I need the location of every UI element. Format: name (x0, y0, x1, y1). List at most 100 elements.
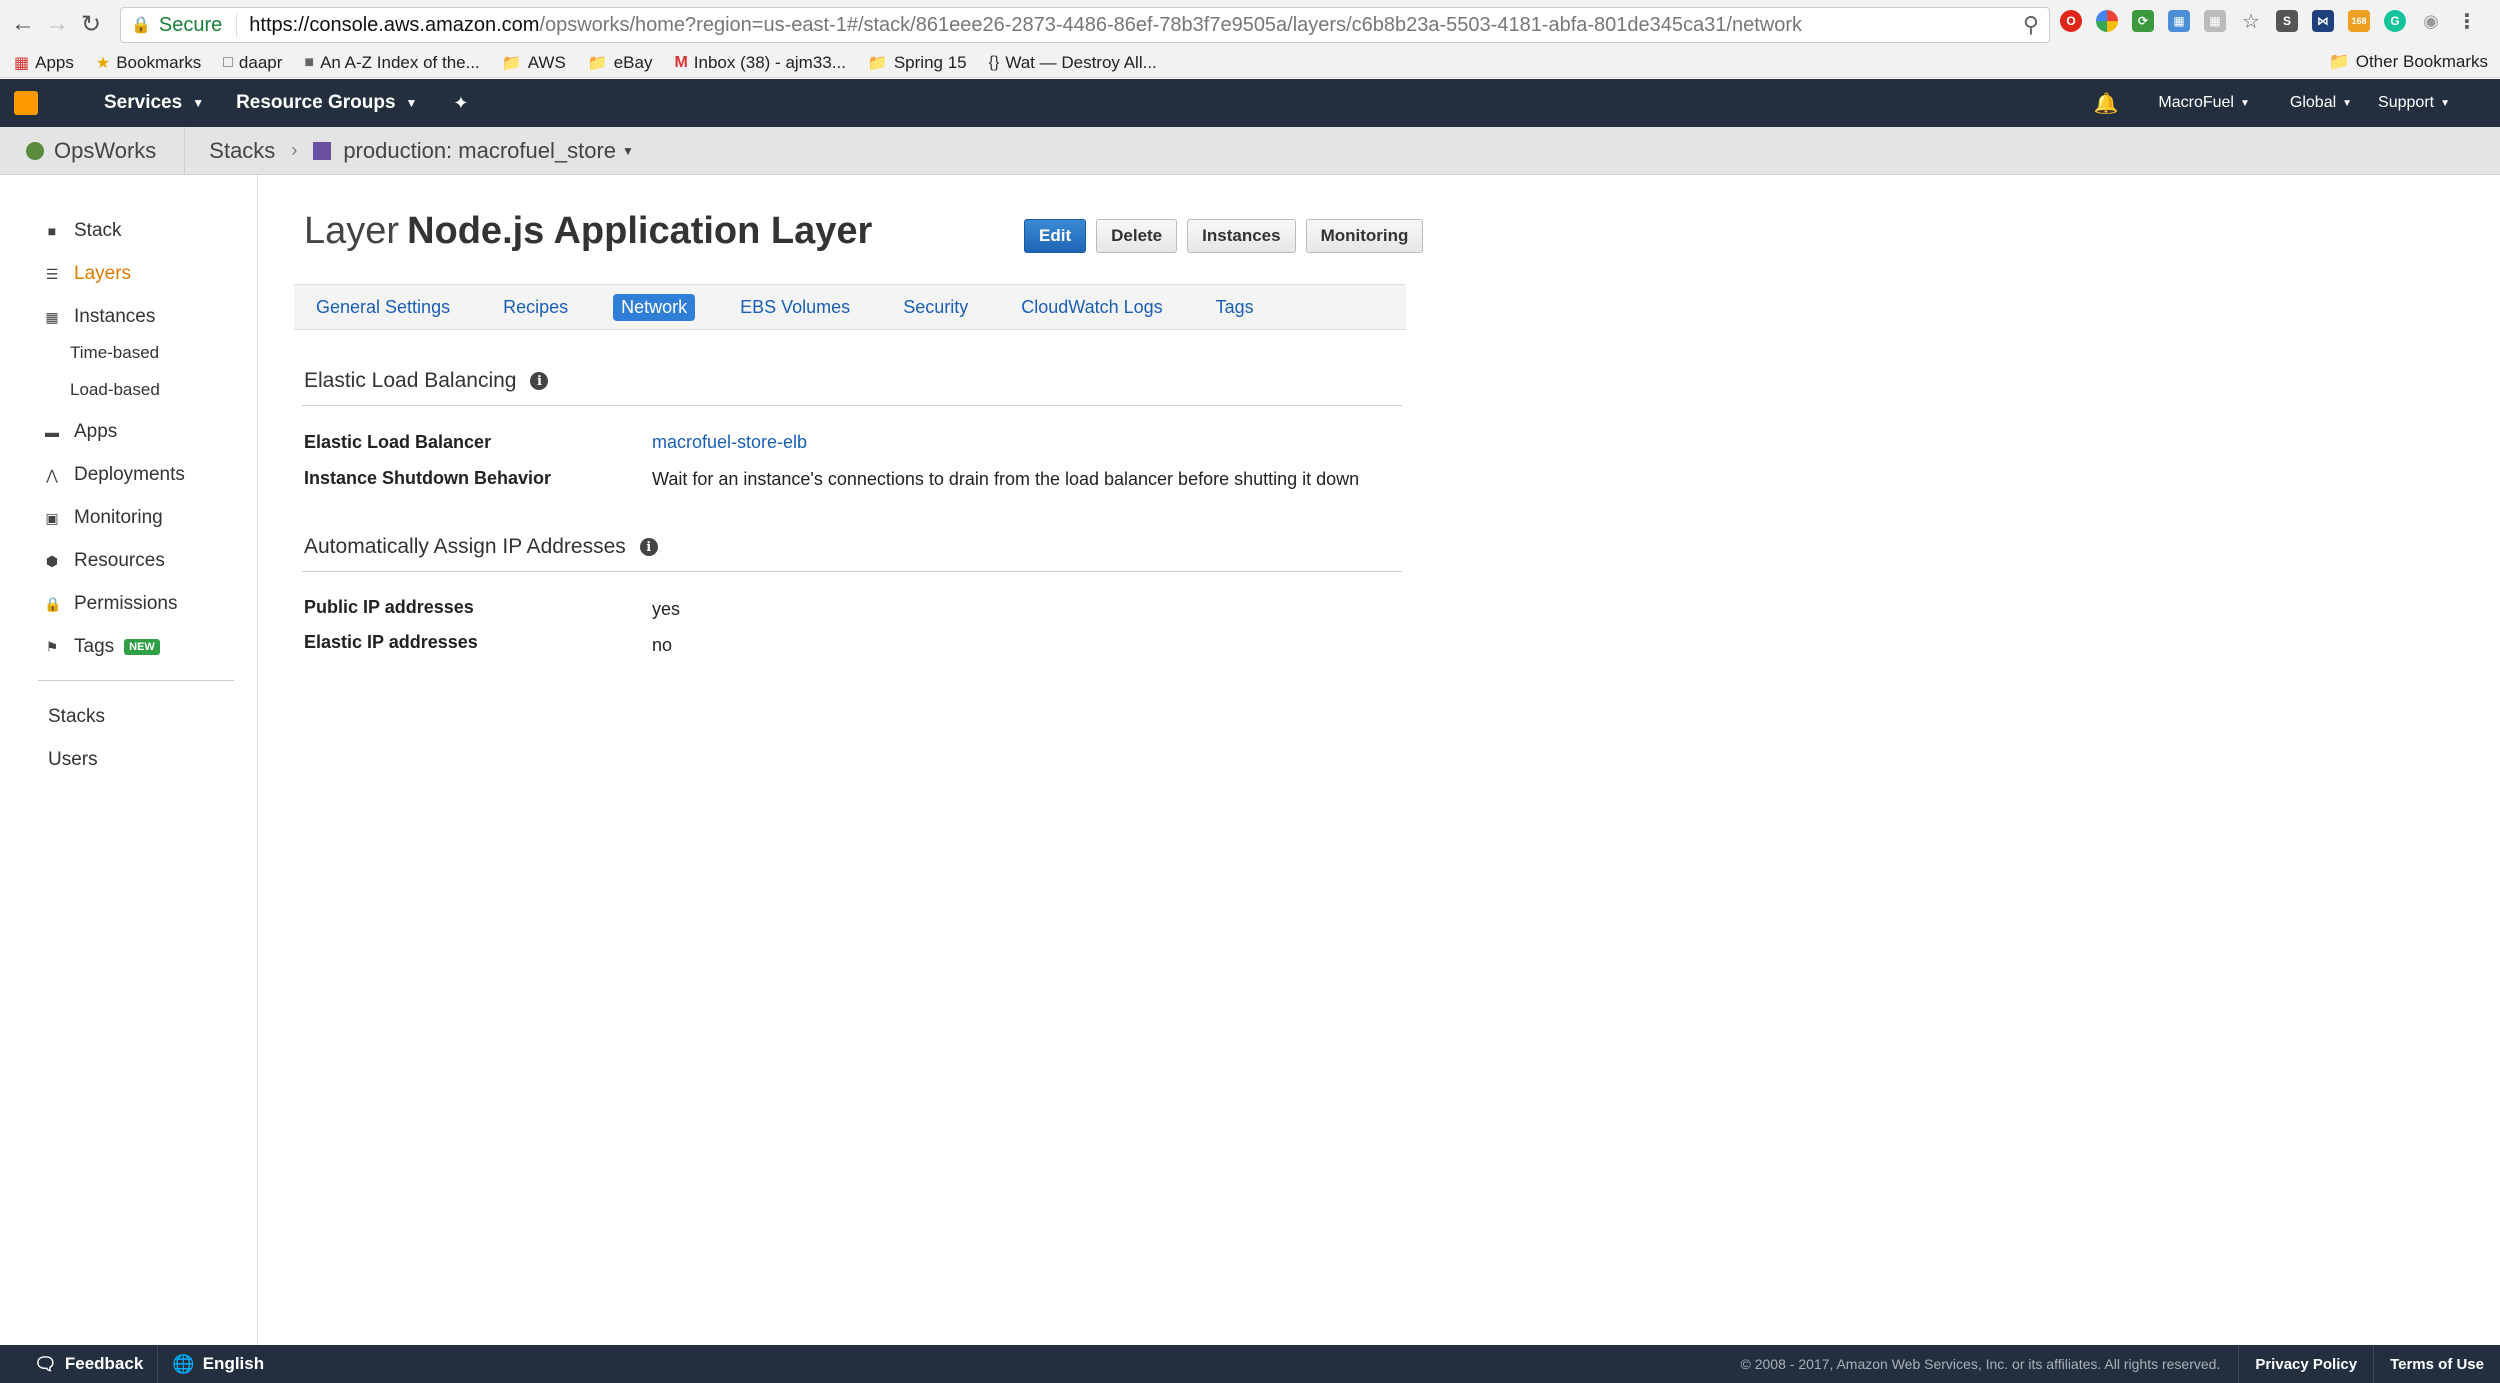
sidebar-divider (38, 680, 234, 681)
pinwheel-icon[interactable] (2096, 10, 2118, 32)
breadcrumb-stacks[interactable]: Stacks (209, 138, 275, 164)
bookmark-bookmarks[interactable]: ★ Bookmarks (96, 53, 201, 73)
bookmark-apps[interactable]: ▦ Apps (14, 53, 74, 73)
bookmark-wat[interactable]: {} Wat — Destroy All... (989, 53, 1157, 73)
speech-bubble-icon: 🗨 (34, 1353, 57, 1374)
info-icon[interactable]: i (530, 372, 549, 390)
instances-button[interactable]: Instances (1187, 219, 1296, 253)
support-menu[interactable]: Support ▼ (2378, 94, 2450, 112)
forward-arrow-icon[interactable]: → (40, 7, 74, 41)
tab-recipes[interactable]: Recipes (495, 294, 576, 321)
breadcrumb: OpsWorks Stacks › production: macrofuel_… (0, 126, 2500, 175)
refresh-extension-icon[interactable]: ⟳ (2132, 10, 2154, 32)
services-menu[interactable]: Services ▼ (104, 92, 204, 114)
back-arrow-icon[interactable]: ← (6, 7, 40, 41)
grammarly-icon[interactable]: G (2384, 10, 2406, 32)
tab-network[interactable]: Network (613, 293, 696, 321)
region-menu[interactable]: Global ▼ (2290, 94, 2352, 112)
sidebar-item-monitoring[interactable]: ▣ Monitoring (44, 507, 162, 529)
grid-icon: ▦ (45, 308, 59, 325)
menu-dots-icon[interactable]: ⋮ (2456, 10, 2478, 33)
tab-general-settings[interactable]: General Settings (308, 294, 458, 321)
sidebar-item-time-based[interactable]: Time-based (70, 343, 159, 363)
sidebar-item-load-based[interactable]: Load-based (70, 380, 160, 400)
feedback-button[interactable]: 🗨 Feedback (0, 1345, 159, 1383)
camera-icon[interactable]: ◉ (2420, 10, 2442, 32)
public-ip-value: yes (652, 599, 681, 619)
opsworks-home-link[interactable]: OpsWorks (26, 126, 186, 175)
bell-icon[interactable]: 🔔 (2094, 91, 2119, 116)
chevron-down-icon: ▼ (192, 96, 205, 110)
zoom-icon[interactable]: ⚲ (2023, 12, 2039, 38)
new-badge: NEW (124, 639, 160, 655)
address-bar[interactable]: 🔒 Secure https://console.aws.amazon.com /… (120, 7, 2050, 43)
sidebar-item-resources[interactable]: ⬢ Resources (44, 550, 165, 572)
layers-icon: ☰ (45, 265, 59, 282)
lock-icon: 🔒 (44, 595, 62, 612)
tab-security[interactable]: Security (895, 294, 976, 321)
delete-button[interactable]: Delete (1096, 219, 1178, 253)
aws-logo-icon[interactable] (0, 79, 52, 127)
counter-extension-icon[interactable]: 168 (2348, 10, 2370, 32)
stack-selector[interactable]: production: macrofuel_store ▼ (313, 138, 634, 164)
bookmark-spring15[interactable]: 📁 Spring 15 (868, 53, 967, 73)
sidebar-item-instances[interactable]: ▦ Instances (44, 306, 155, 328)
layer-actions: Edit Delete Instances Monitoring (1024, 219, 1424, 253)
info-icon[interactable]: i (639, 538, 658, 556)
sidebar-item-stacks[interactable]: Stacks (48, 706, 105, 728)
shutdown-behavior-label: Instance Shutdown Behavior (304, 468, 552, 488)
chevron-down-icon: ▼ (2342, 97, 2353, 109)
tab-tags[interactable]: Tags (1208, 294, 1262, 321)
tab-cloudwatch-logs[interactable]: CloudWatch Logs (1013, 294, 1170, 321)
console-footer: 🗨 Feedback 🌐 English © 2008 - 2017, Amazon… (0, 1345, 2500, 1383)
bowtie-extension-icon[interactable]: ⋈ (2312, 10, 2334, 32)
sidebar-item-deployments[interactable]: ⋀ Deployments (44, 464, 185, 486)
pin-icon[interactable]: ✦ (453, 93, 468, 114)
sidebar-item-users[interactable]: Users (48, 749, 98, 771)
folder-icon: 📁 (2328, 52, 2350, 71)
folder-icon: 📁 (587, 54, 608, 72)
layer-name: Node.js Application Layer (407, 210, 873, 252)
language-selector[interactable]: 🌐 English (158, 1345, 278, 1383)
other-bookmarks[interactable]: 📁 Other Bookmarks (2329, 52, 2488, 72)
reload-icon[interactable]: ↻ (74, 7, 108, 41)
elb-link[interactable]: macrofuel-store-elb (652, 432, 807, 453)
bookmark-aws[interactable]: 📁 AWS (502, 53, 566, 73)
terms-of-use-link[interactable]: Terms of Use (2373, 1345, 2500, 1383)
grid-extension-icon[interactable]: ▦ (2204, 10, 2226, 32)
s-extension-icon[interactable]: S (2276, 10, 2298, 32)
star-icon[interactable]: ☆ (2240, 10, 2262, 33)
privacy-policy-link[interactable]: Privacy Policy (2238, 1345, 2373, 1383)
page-title: Layer Node.js Application Layer (304, 210, 873, 252)
page-icon: ■ (304, 53, 315, 71)
tab-ebs-volumes[interactable]: EBS Volumes (732, 294, 858, 321)
elb-label: Elastic Load Balancer (304, 432, 492, 452)
elastic-ip-label: Elastic IP addresses (304, 632, 478, 652)
account-menu[interactable]: MacroFuel ▼ (2158, 94, 2249, 112)
chevron-right-icon: › (291, 140, 298, 160)
browser-toolbar: ← → ↻ 🔒 Secure https://console.aws.amazo… (0, 0, 2500, 48)
sidebar-item-stack[interactable]: ■ Stack (44, 220, 122, 242)
monitoring-button[interactable]: Monitoring (1305, 219, 1424, 253)
bookmark-az-index[interactable]: ■ An A-Z Index of the... (304, 53, 479, 73)
opera-icon[interactable]: O (2060, 10, 2082, 32)
bookmark-ebay[interactable]: 📁 eBay (588, 53, 653, 73)
gmail-icon: M (674, 53, 688, 71)
bookmark-daapr[interactable]: □ daapr (223, 53, 282, 73)
url-host: https://console.aws.amazon.com (249, 13, 540, 36)
bookmark-extension-icon[interactable]: ▦ (2168, 10, 2190, 32)
chevron-down-icon: ▼ (405, 96, 418, 110)
sidebar-item-layers[interactable]: ☰ Layers (44, 263, 131, 285)
sidebar-item-tags[interactable]: ⚑ Tags NEW (44, 636, 160, 658)
bookmark-inbox[interactable]: M Inbox (38) - ajm33... (674, 53, 845, 73)
url-path: /opsworks/home?region=us-east-1#/stack/8… (539, 13, 1802, 36)
edit-button[interactable]: Edit (1024, 219, 1087, 253)
secure-label: Secure (158, 13, 223, 36)
chevron-down-icon: ▼ (622, 143, 634, 158)
sidebar-item-permissions[interactable]: 🔒 Permissions (44, 593, 177, 615)
apps-icon: ▬ (45, 424, 59, 440)
deploy-icon: ⋀ (46, 466, 58, 483)
chevron-down-icon: ▼ (2440, 97, 2450, 109)
sidebar-item-apps[interactable]: ▬ Apps (44, 421, 117, 443)
resource-groups-menu[interactable]: Resource Groups ▼ (236, 92, 417, 114)
